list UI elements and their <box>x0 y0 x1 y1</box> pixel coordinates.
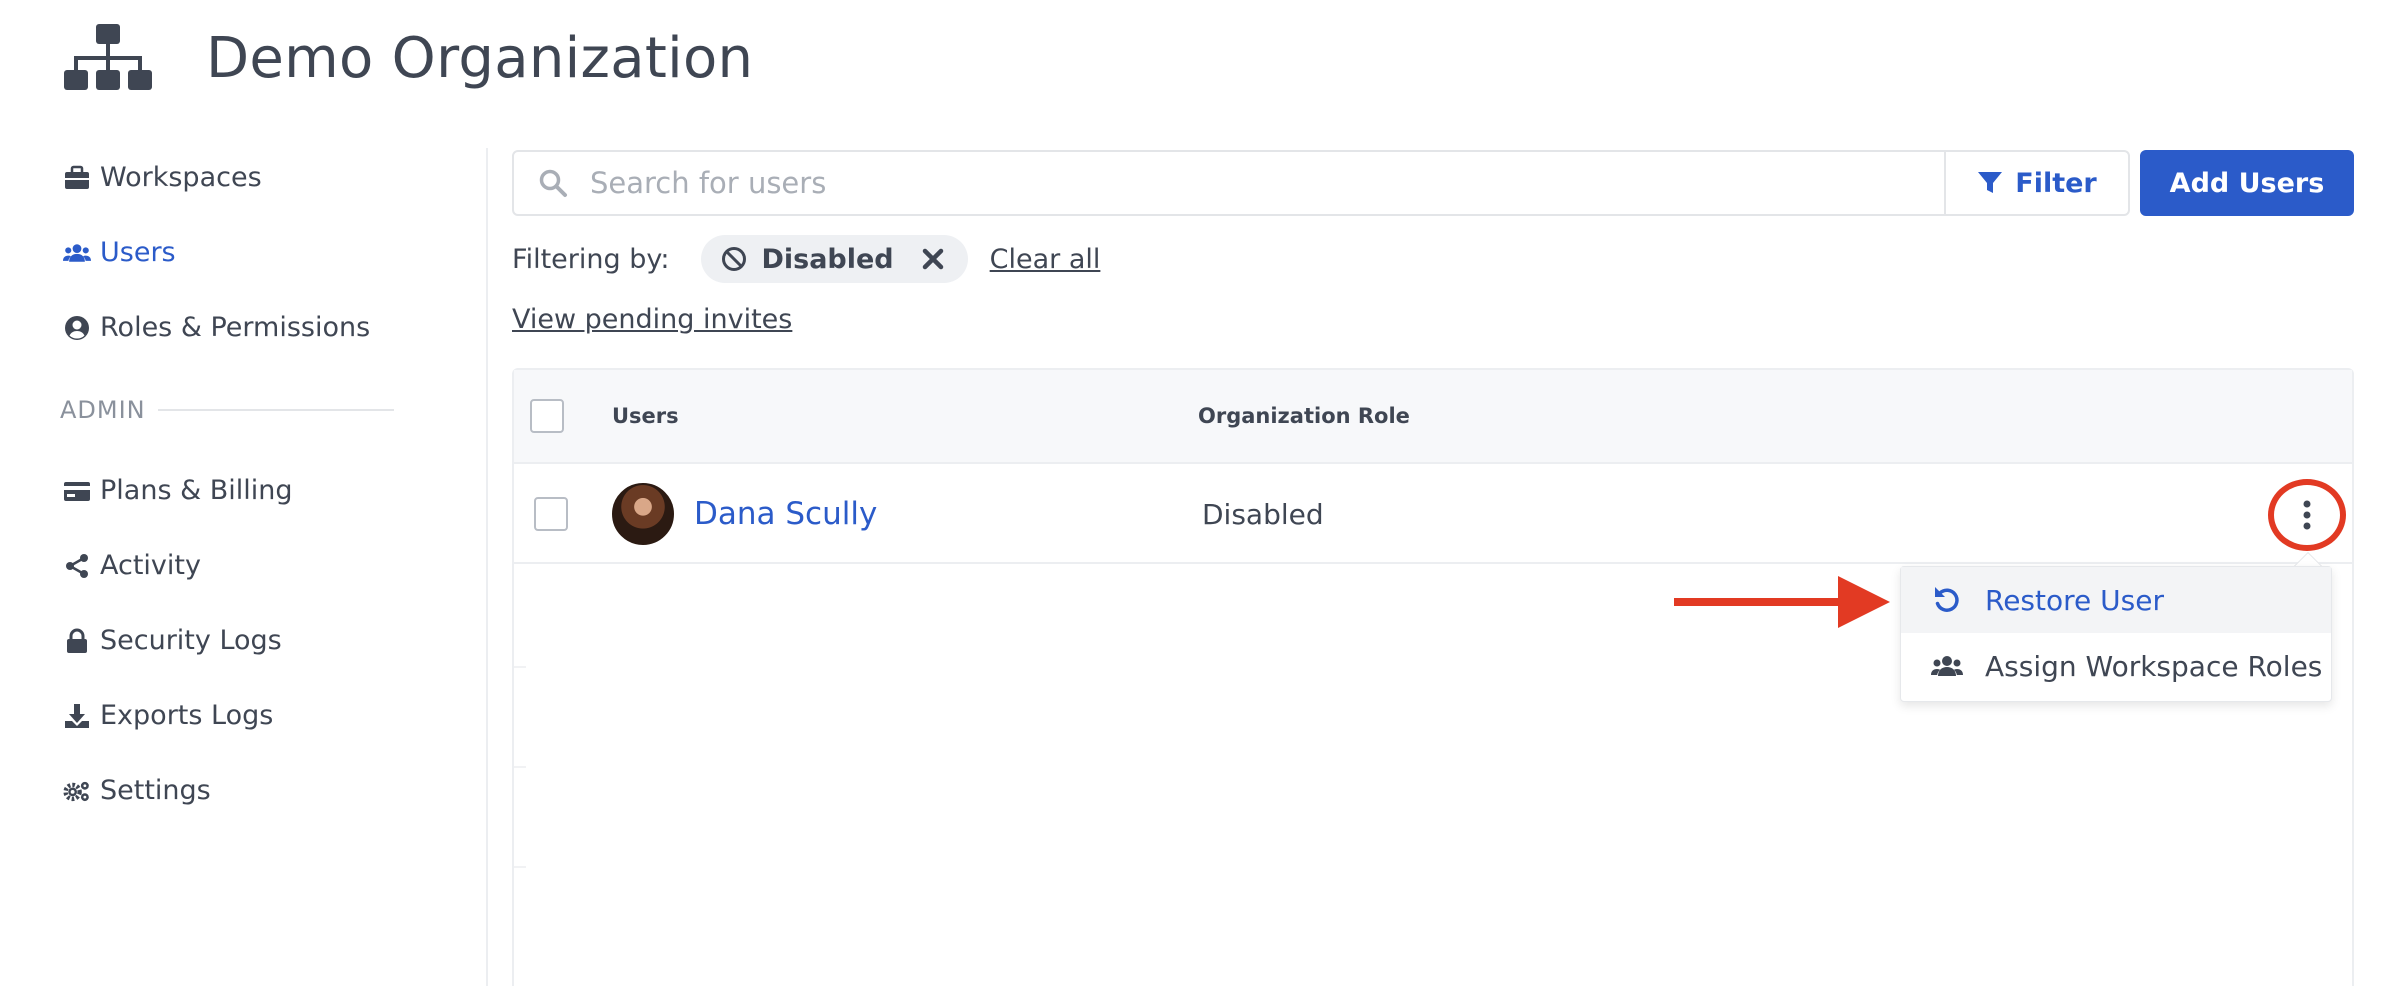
lock-icon <box>60 624 94 658</box>
sidebar-item-workspaces[interactable]: Workspaces <box>60 140 400 215</box>
filter-chip-label: Disabled <box>761 243 894 275</box>
active-filters: Filtering by: Disabled Clear all <box>512 234 1100 284</box>
sidebar-item-label: Plans & Billing <box>100 475 293 506</box>
user-name-link[interactable]: Dana Scully <box>694 496 877 532</box>
column-header-organization-role[interactable]: Organization Role <box>1198 370 1410 462</box>
sidebar-item-security-logs[interactable]: Security Logs <box>60 603 400 678</box>
gears-icon <box>60 774 94 808</box>
menu-item-label: Restore User <box>1985 583 2164 617</box>
sidebar-item-label: Security Logs <box>100 625 282 656</box>
sidebar-item-settings[interactable]: Settings <box>60 753 400 828</box>
sidebar-item-label: Exports Logs <box>100 700 274 731</box>
filter-chip-disabled: Disabled <box>701 235 968 283</box>
search-box[interactable] <box>512 150 1948 216</box>
page-title: Demo Organization <box>206 25 754 91</box>
briefcase-icon <box>60 161 94 195</box>
divider <box>514 866 526 868</box>
filter-icon <box>1978 172 2003 193</box>
row-select-cell <box>534 464 568 564</box>
role-cell: Disabled <box>1202 497 1324 531</box>
annotation-arrow-icon <box>1674 576 1890 628</box>
undo-icon <box>1935 587 1959 612</box>
sidebar-item-activity[interactable]: Activity <box>60 528 400 603</box>
sidebar-item-label: Settings <box>100 775 211 806</box>
filtering-by-label: Filtering by: <box>512 243 670 275</box>
filter-button-label: Filter <box>2015 167 2097 199</box>
sidebar-item-roles-permissions[interactable]: Roles & Permissions <box>60 290 400 365</box>
sidebar-divider <box>486 148 488 986</box>
divider <box>514 666 526 668</box>
row-actions-button[interactable] <box>2268 479 2346 551</box>
users-icon <box>60 236 94 270</box>
user-circle-icon <box>60 311 94 345</box>
select-all-checkbox[interactable] <box>530 399 564 433</box>
download-icon <box>60 699 94 733</box>
avatar <box>612 483 674 545</box>
search-input[interactable] <box>590 166 1890 200</box>
admin-label: ADMIN <box>60 396 146 424</box>
page-header: Demo Organization <box>64 18 753 98</box>
filter-button[interactable]: Filter <box>1944 150 2130 216</box>
view-pending-invites-link[interactable]: View pending invites <box>512 304 792 335</box>
sidebar-item-users[interactable]: Users <box>60 215 400 290</box>
divider <box>157 409 394 411</box>
admin-section-header: ADMIN <box>60 367 400 453</box>
sidebar-item-plans-billing[interactable]: Plans & Billing <box>60 453 400 528</box>
user-cell: Dana Scully <box>612 464 877 564</box>
sidebar-item-label: Roles & Permissions <box>100 312 371 343</box>
select-all-cell <box>530 370 564 462</box>
credit-card-icon <box>60 474 94 508</box>
row-checkbox[interactable] <box>534 497 568 531</box>
add-users-button[interactable]: Add Users <box>2140 150 2354 216</box>
row-actions-menu: Restore User Assign Workspace Roles <box>1900 566 2332 702</box>
page: Demo Organization Workspaces Users Roles… <box>0 0 2384 986</box>
share-icon <box>60 549 94 583</box>
users-icon <box>1931 656 1963 676</box>
divider <box>514 766 526 768</box>
sidebar-item-exports-logs[interactable]: Exports Logs <box>60 678 400 753</box>
table-header: Users Organization Role <box>514 370 2352 464</box>
menu-item-label: Assign Workspace Roles <box>1985 649 2323 683</box>
more-vertical-icon <box>2303 500 2311 530</box>
sidebar-item-label: Users <box>100 237 176 268</box>
restore-user-menu-item[interactable]: Restore User <box>1901 567 2331 633</box>
assign-workspace-roles-menu-item[interactable]: Assign Workspace Roles <box>1901 633 2331 699</box>
sidebar-item-label: Workspaces <box>100 162 262 193</box>
search-icon <box>539 169 567 197</box>
close-icon[interactable] <box>922 248 944 270</box>
ban-icon <box>722 247 747 271</box>
sidebar-item-label: Activity <box>100 550 201 581</box>
table-row: Dana Scully Disabled <box>514 464 2352 564</box>
column-header-users[interactable]: Users <box>612 370 679 462</box>
sidebar: Workspaces Users Roles & Permissions ADM… <box>60 140 400 828</box>
clear-all-link[interactable]: Clear all <box>990 244 1101 275</box>
sitemap-icon <box>64 24 152 90</box>
